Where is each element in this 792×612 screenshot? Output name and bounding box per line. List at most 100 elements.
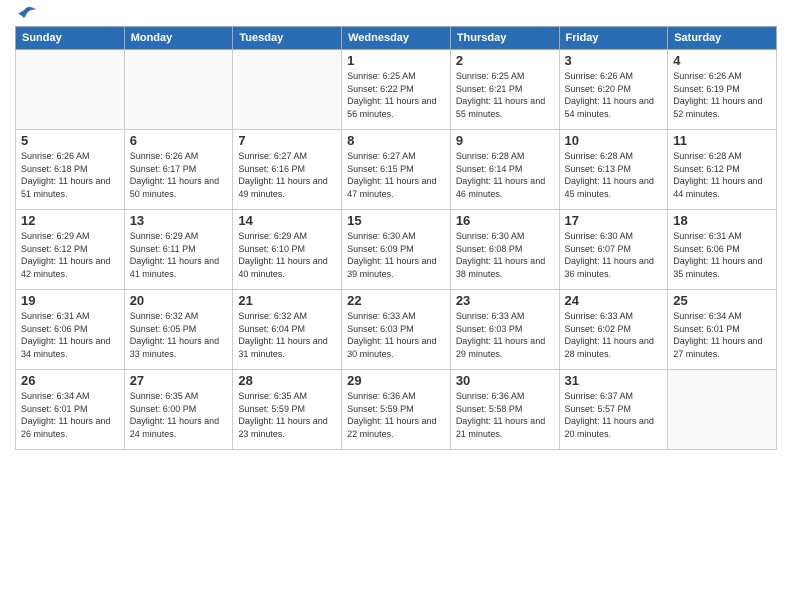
calendar-week-1: 1Sunrise: 6:25 AMSunset: 6:22 PMDaylight… (16, 50, 777, 130)
calendar-cell: 23 Sunrise: 6:33 AMSunset: 6:03 PMDayligh… (450, 290, 559, 370)
calendar-cell: 15 Sunrise: 6:30 AMSunset: 6:09 PMDayligh… (342, 210, 451, 290)
calendar-cell: 22 Sunrise: 6:33 AMSunset: 6:03 PMDayligh… (342, 290, 451, 370)
calendar-cell: 28Sunrise: 6:35 AMSunset: 5:59 PMDayligh… (233, 370, 342, 450)
day-info: Sunrise: 6:28 AMSunset: 6:12 PMDaylight:… (673, 150, 771, 200)
day-number: 28 (238, 373, 336, 388)
calendar-cell: 2 Sunrise: 6:25 AMSunset: 6:21 PMDaylight… (450, 50, 559, 130)
day-number: 7 (238, 133, 336, 148)
calendar-header-friday: Friday (559, 27, 668, 50)
page-container: SundayMondayTuesdayWednesdayThursdayFrid… (0, 0, 792, 612)
day-info: Sunrise: 6:30 AMSunset: 6:08 PMDaylight:… (456, 230, 554, 280)
day-number: 24 (565, 293, 663, 308)
day-number: 27 (130, 373, 228, 388)
calendar-header-sunday: Sunday (16, 27, 125, 50)
day-number: 15 (347, 213, 445, 228)
day-info: Sunrise: 6:29 AMSunset: 6:10 PMDaylight:… (238, 230, 336, 280)
calendar-cell: 29 Sunrise: 6:36 AMSunset: 5:59 PMDayligh… (342, 370, 451, 450)
day-info: Sunrise: 6:28 AMSunset: 6:13 PMDaylight:… (565, 150, 663, 200)
calendar-week-5: 26 Sunrise: 6:34 AMSunset: 6:01 PMDayligh… (16, 370, 777, 450)
day-info: Sunrise: 6:30 AMSunset: 6:09 PMDaylight:… (347, 230, 445, 280)
day-info: Sunrise: 6:27 AMSunset: 6:15 PMDaylight:… (347, 150, 445, 200)
calendar-cell: 19Sunrise: 6:31 AMSunset: 6:06 PMDayligh… (16, 290, 125, 370)
calendar-cell: 24 Sunrise: 6:33 AMSunset: 6:02 PMDayligh… (559, 290, 668, 370)
calendar-cell: 8Sunrise: 6:27 AMSunset: 6:15 PMDaylight… (342, 130, 451, 210)
calendar-cell: 5Sunrise: 6:26 AMSunset: 6:18 PMDaylight… (16, 130, 125, 210)
calendar-cell: 11 Sunrise: 6:28 AMSunset: 6:12 PMDayligh… (668, 130, 777, 210)
day-info: Sunrise: 6:33 AMSunset: 6:02 PMDaylight:… (565, 310, 663, 360)
calendar-week-3: 12Sunrise: 6:29 AMSunset: 6:12 PMDayligh… (16, 210, 777, 290)
calendar-cell: 3 Sunrise: 6:26 AMSunset: 6:20 PMDaylight… (559, 50, 668, 130)
calendar-cell: 1Sunrise: 6:25 AMSunset: 6:22 PMDaylight… (342, 50, 451, 130)
calendar-cell: 30 Sunrise: 6:36 AMSunset: 5:58 PMDayligh… (450, 370, 559, 450)
day-number: 18 (673, 213, 771, 228)
day-number: 2 (456, 53, 554, 68)
day-number: 16 (456, 213, 554, 228)
calendar-cell (124, 50, 233, 130)
day-number: 30 (456, 373, 554, 388)
day-number: 13 (130, 213, 228, 228)
day-info: Sunrise: 6:31 AMSunset: 6:06 PMDaylight:… (673, 230, 771, 280)
day-number: 21 (238, 293, 336, 308)
day-info: Sunrise: 6:26 AMSunset: 6:17 PMDaylight:… (130, 150, 228, 200)
day-number: 11 (673, 133, 771, 148)
header (15, 10, 777, 18)
calendar-cell: 20 Sunrise: 6:32 AMSunset: 6:05 PMDayligh… (124, 290, 233, 370)
calendar-header-monday: Monday (124, 27, 233, 50)
day-number: 6 (130, 133, 228, 148)
calendar-cell: 7 Sunrise: 6:27 AMSunset: 6:16 PMDaylight… (233, 130, 342, 210)
day-number: 10 (565, 133, 663, 148)
day-info: Sunrise: 6:36 AMSunset: 5:58 PMDaylight:… (456, 390, 554, 440)
day-number: 31 (565, 373, 663, 388)
day-info: Sunrise: 6:37 AMSunset: 5:57 PMDaylight:… (565, 390, 663, 440)
day-info: Sunrise: 6:27 AMSunset: 6:16 PMDaylight:… (238, 150, 336, 200)
calendar-cell: 27 Sunrise: 6:35 AMSunset: 6:00 PMDayligh… (124, 370, 233, 450)
day-number: 5 (21, 133, 119, 148)
calendar-cell (16, 50, 125, 130)
day-number: 14 (238, 213, 336, 228)
day-info: Sunrise: 6:29 AMSunset: 6:11 PMDaylight:… (130, 230, 228, 280)
day-info: Sunrise: 6:26 AMSunset: 6:19 PMDaylight:… (673, 70, 771, 120)
calendar-header-wednesday: Wednesday (342, 27, 451, 50)
calendar-cell (233, 50, 342, 130)
calendar-cell: 21 Sunrise: 6:32 AMSunset: 6:04 PMDayligh… (233, 290, 342, 370)
logo-bird-icon (16, 6, 36, 22)
calendar-cell: 17Sunrise: 6:30 AMSunset: 6:07 PMDayligh… (559, 210, 668, 290)
day-number: 9 (456, 133, 554, 148)
day-info: Sunrise: 6:35 AMSunset: 6:00 PMDaylight:… (130, 390, 228, 440)
day-info: Sunrise: 6:33 AMSunset: 6:03 PMDaylight:… (456, 310, 554, 360)
calendar-cell: 9 Sunrise: 6:28 AMSunset: 6:14 PMDaylight… (450, 130, 559, 210)
day-number: 17 (565, 213, 663, 228)
day-number: 4 (673, 53, 771, 68)
calendar-cell (668, 370, 777, 450)
day-info: Sunrise: 6:34 AMSunset: 6:01 PMDaylight:… (21, 390, 119, 440)
calendar-cell: 18 Sunrise: 6:31 AMSunset: 6:06 PMDayligh… (668, 210, 777, 290)
day-info: Sunrise: 6:36 AMSunset: 5:59 PMDaylight:… (347, 390, 445, 440)
day-info: Sunrise: 6:34 AMSunset: 6:01 PMDaylight:… (673, 310, 771, 360)
day-number: 12 (21, 213, 119, 228)
day-number: 23 (456, 293, 554, 308)
day-number: 22 (347, 293, 445, 308)
calendar-header-saturday: Saturday (668, 27, 777, 50)
calendar-week-2: 5Sunrise: 6:26 AMSunset: 6:18 PMDaylight… (16, 130, 777, 210)
day-number: 25 (673, 293, 771, 308)
logo (15, 10, 36, 18)
day-info: Sunrise: 6:32 AMSunset: 6:05 PMDaylight:… (130, 310, 228, 360)
day-info: Sunrise: 6:28 AMSunset: 6:14 PMDaylight:… (456, 150, 554, 200)
calendar-cell: 14 Sunrise: 6:29 AMSunset: 6:10 PMDayligh… (233, 210, 342, 290)
calendar-table: SundayMondayTuesdayWednesdayThursdayFrid… (15, 26, 777, 450)
calendar-cell: 6 Sunrise: 6:26 AMSunset: 6:17 PMDaylight… (124, 130, 233, 210)
day-number: 20 (130, 293, 228, 308)
day-info: Sunrise: 6:26 AMSunset: 6:20 PMDaylight:… (565, 70, 663, 120)
day-info: Sunrise: 6:32 AMSunset: 6:04 PMDaylight:… (238, 310, 336, 360)
calendar-header-tuesday: Tuesday (233, 27, 342, 50)
day-number: 19 (21, 293, 119, 308)
calendar-cell: 4 Sunrise: 6:26 AMSunset: 6:19 PMDaylight… (668, 50, 777, 130)
day-info: Sunrise: 6:25 AMSunset: 6:21 PMDaylight:… (456, 70, 554, 120)
calendar-cell: 31 Sunrise: 6:37 AMSunset: 5:57 PMDayligh… (559, 370, 668, 450)
day-number: 26 (21, 373, 119, 388)
day-number: 3 (565, 53, 663, 68)
day-number: 29 (347, 373, 445, 388)
calendar-cell: 13 Sunrise: 6:29 AMSunset: 6:11 PMDayligh… (124, 210, 233, 290)
day-number: 1 (347, 53, 445, 68)
day-info: Sunrise: 6:33 AMSunset: 6:03 PMDaylight:… (347, 310, 445, 360)
